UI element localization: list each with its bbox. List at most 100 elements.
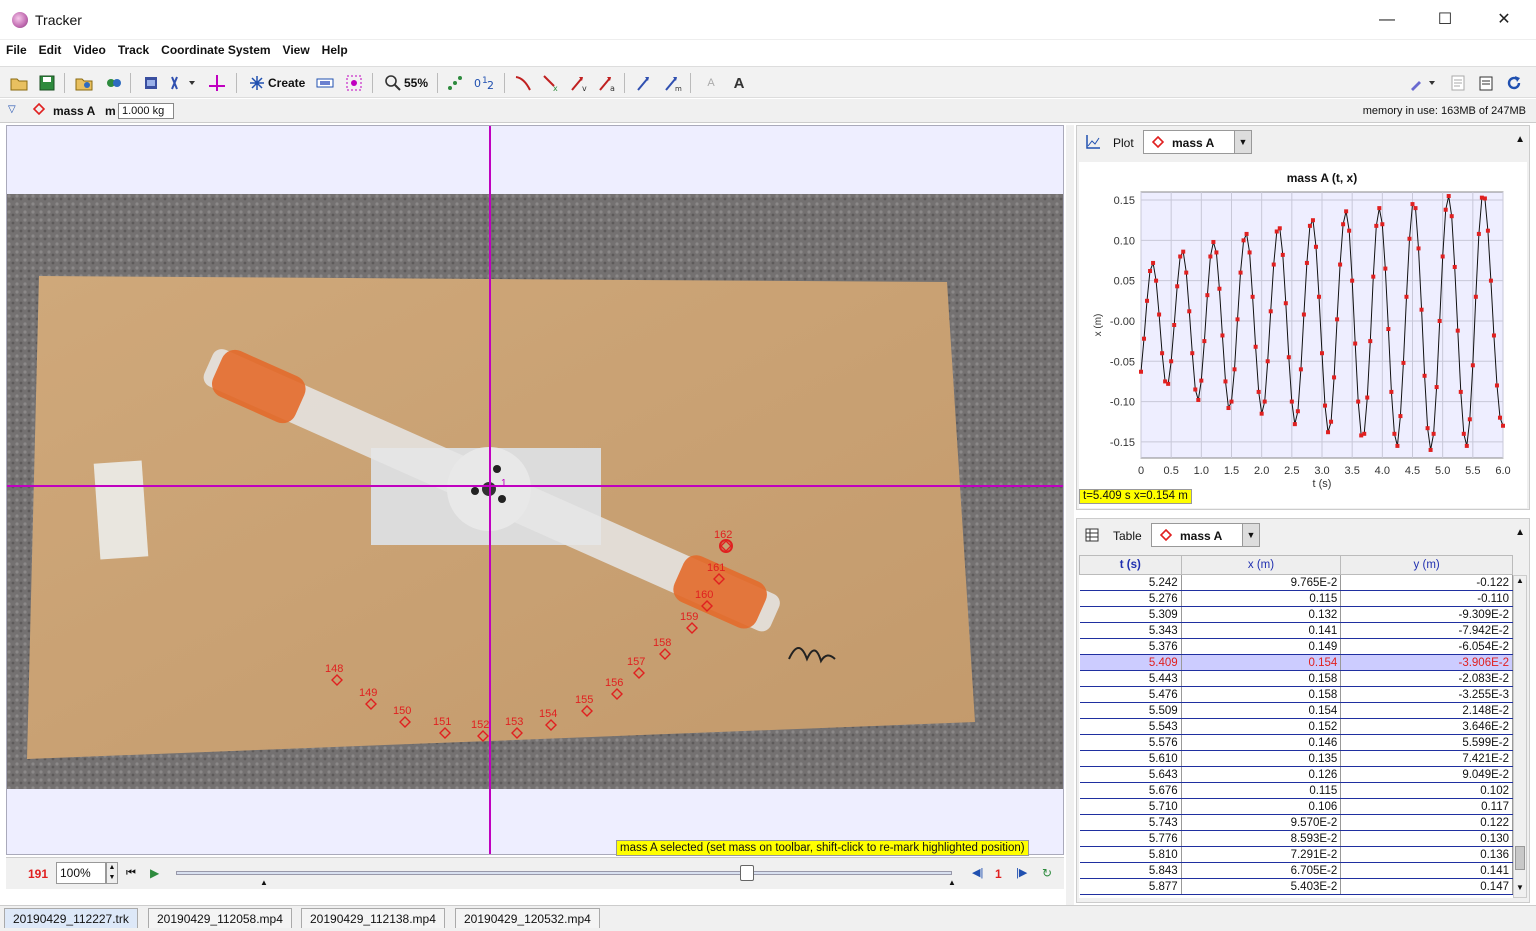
- data-point[interactable]: [1413, 206, 1418, 211]
- acceleration-vector-icon[interactable]: a: [596, 72, 618, 94]
- minimize-button[interactable]: —: [1372, 8, 1402, 32]
- file-tab[interactable]: 20190429_112138.mp4: [301, 908, 445, 928]
- cell-y[interactable]: 7.421E-2: [1340, 750, 1513, 767]
- data-point[interactable]: [1467, 417, 1472, 422]
- data-point[interactable]: [1404, 294, 1409, 299]
- collapse-up-icon[interactable]: ▲: [1515, 134, 1525, 145]
- data-point[interactable]: [1235, 317, 1240, 322]
- position-marker[interactable]: [633, 667, 645, 679]
- data-point[interactable]: [1178, 254, 1183, 259]
- data-table[interactable]: t (s) x (m) y (m) 5.242 9.765E-2 -0.122 5.2…: [1079, 555, 1513, 895]
- calibration-tools-icon[interactable]: [168, 72, 200, 94]
- cell-t[interactable]: 5.309: [1079, 606, 1182, 623]
- cell-t[interactable]: 5.776: [1079, 830, 1182, 847]
- menu-track[interactable]: Track: [112, 40, 155, 57]
- data-point[interactable]: [1277, 226, 1282, 231]
- close-button[interactable]: ✕: [1489, 8, 1519, 32]
- create-track-icon[interactable]: [246, 72, 268, 94]
- save-icon[interactable]: [36, 72, 58, 94]
- cell-y[interactable]: -3.906E-2: [1340, 654, 1513, 671]
- data-point[interactable]: [1494, 383, 1499, 388]
- data-point[interactable]: [1205, 293, 1210, 298]
- file-tab[interactable]: 20190429_112227.trk: [4, 908, 138, 928]
- font-smaller-icon[interactable]: A: [700, 72, 722, 94]
- data-point[interactable]: [1323, 403, 1328, 408]
- data-point[interactable]: [1175, 284, 1180, 289]
- data-point[interactable]: [1329, 419, 1334, 424]
- data-point[interactable]: [1401, 360, 1406, 365]
- cell-x[interactable]: 8.593E-2: [1181, 830, 1342, 847]
- table-row[interactable]: 5.776 8.593E-2 0.130: [1079, 830, 1513, 847]
- data-point[interactable]: [1262, 399, 1267, 404]
- cell-y[interactable]: 0.117: [1340, 798, 1513, 815]
- data-point[interactable]: [1449, 214, 1454, 219]
- data-point[interactable]: [1256, 389, 1261, 394]
- show-points-icon[interactable]: [444, 72, 466, 94]
- scroll-down-icon[interactable]: ▼: [1514, 883, 1526, 897]
- file-tab[interactable]: 20190429_112058.mp4: [148, 908, 292, 928]
- data-point[interactable]: [1271, 262, 1276, 267]
- plot-chart[interactable]: 0 0.5 1.0 1.5 2.0 2.5 3.0 3.5 4.0 4.5 5.0 5.5 6.0 0.1…: [1079, 162, 1527, 508]
- font-larger-icon[interactable]: A: [728, 72, 750, 94]
- table-row[interactable]: 5.443 0.158 -2.083E-2: [1079, 670, 1513, 687]
- data-point[interactable]: [1310, 218, 1315, 223]
- cell-t[interactable]: 5.509: [1079, 702, 1182, 719]
- playback-rate-field[interactable]: 100%: [56, 862, 106, 884]
- step-back-icon[interactable]: ◀|: [972, 866, 983, 879]
- cell-y[interactable]: 9.049E-2: [1340, 766, 1513, 783]
- refresh-icon[interactable]: [1503, 72, 1525, 94]
- end-frame-marker-icon[interactable]: ▲: [948, 878, 956, 887]
- data-point[interactable]: [1232, 367, 1237, 372]
- data-point[interactable]: [1283, 301, 1288, 306]
- force-vector-icon[interactable]: m: [662, 72, 684, 94]
- position-marker[interactable]: [331, 674, 343, 686]
- position-marker[interactable]: [477, 730, 489, 742]
- menu-file[interactable]: File: [0, 40, 33, 57]
- data-point[interactable]: [1313, 244, 1318, 249]
- frame-slider-thumb[interactable]: [740, 865, 754, 881]
- play-icon[interactable]: ▶: [150, 866, 159, 880]
- table-row[interactable]: 5.276 0.115 -0.110: [1079, 590, 1513, 607]
- video-filter-icon[interactable]: [103, 72, 125, 94]
- cell-x[interactable]: 0.152: [1181, 718, 1342, 735]
- table-row[interactable]: 5.877 5.403E-2 0.147: [1079, 878, 1513, 895]
- data-point[interactable]: [1428, 447, 1433, 452]
- data-point[interactable]: [1437, 318, 1442, 323]
- cell-y[interactable]: 0.136: [1340, 846, 1513, 863]
- menu-video[interactable]: Video: [67, 40, 111, 57]
- data-point[interactable]: [1289, 399, 1294, 404]
- cell-x[interactable]: 5.403E-2: [1181, 878, 1342, 895]
- data-point[interactable]: [1356, 399, 1361, 404]
- data-point[interactable]: [1341, 222, 1346, 227]
- data-point[interactable]: [1464, 443, 1469, 448]
- data-point[interactable]: [1211, 239, 1216, 244]
- frame-slider-track[interactable]: [176, 871, 952, 875]
- data-point[interactable]: [1407, 236, 1412, 241]
- data-point[interactable]: [1398, 414, 1403, 419]
- menu-coordinate-system[interactable]: Coordinate System: [155, 40, 276, 57]
- data-point[interactable]: [1470, 363, 1475, 368]
- table-row[interactable]: 5.643 0.126 9.049E-2: [1079, 766, 1513, 783]
- scroll-thumb[interactable]: [1515, 846, 1525, 870]
- cell-t[interactable]: 5.543: [1079, 718, 1182, 735]
- cell-y[interactable]: 0.122: [1340, 814, 1513, 831]
- position-marker[interactable]: [659, 648, 671, 660]
- data-point[interactable]: [1145, 298, 1150, 303]
- cell-x[interactable]: 0.132: [1181, 606, 1342, 623]
- momentum-vector-icon[interactable]: [634, 72, 656, 94]
- cell-t[interactable]: 5.376: [1079, 638, 1182, 655]
- data-point[interactable]: [1485, 228, 1490, 233]
- video-panel[interactable]: 1 148 149 150 151 152 153 154 155 156 157 158 159 16…: [6, 125, 1064, 855]
- data-point[interactable]: [1320, 351, 1324, 356]
- position-marker[interactable]: [439, 727, 451, 739]
- position-marker[interactable]: [713, 573, 725, 585]
- data-point[interactable]: [1335, 317, 1340, 322]
- cell-x[interactable]: 0.115: [1181, 782, 1342, 799]
- open-folder-icon[interactable]: [8, 72, 30, 94]
- data-point[interactable]: [1434, 385, 1439, 390]
- data-point[interactable]: [1184, 270, 1189, 275]
- table-row[interactable]: 5.543 0.152 3.646E-2: [1079, 718, 1513, 735]
- data-point[interactable]: [1365, 395, 1370, 400]
- cell-t[interactable]: 5.610: [1079, 750, 1182, 767]
- table-row[interactable]: 5.376 0.149 -6.054E-2: [1079, 638, 1513, 655]
